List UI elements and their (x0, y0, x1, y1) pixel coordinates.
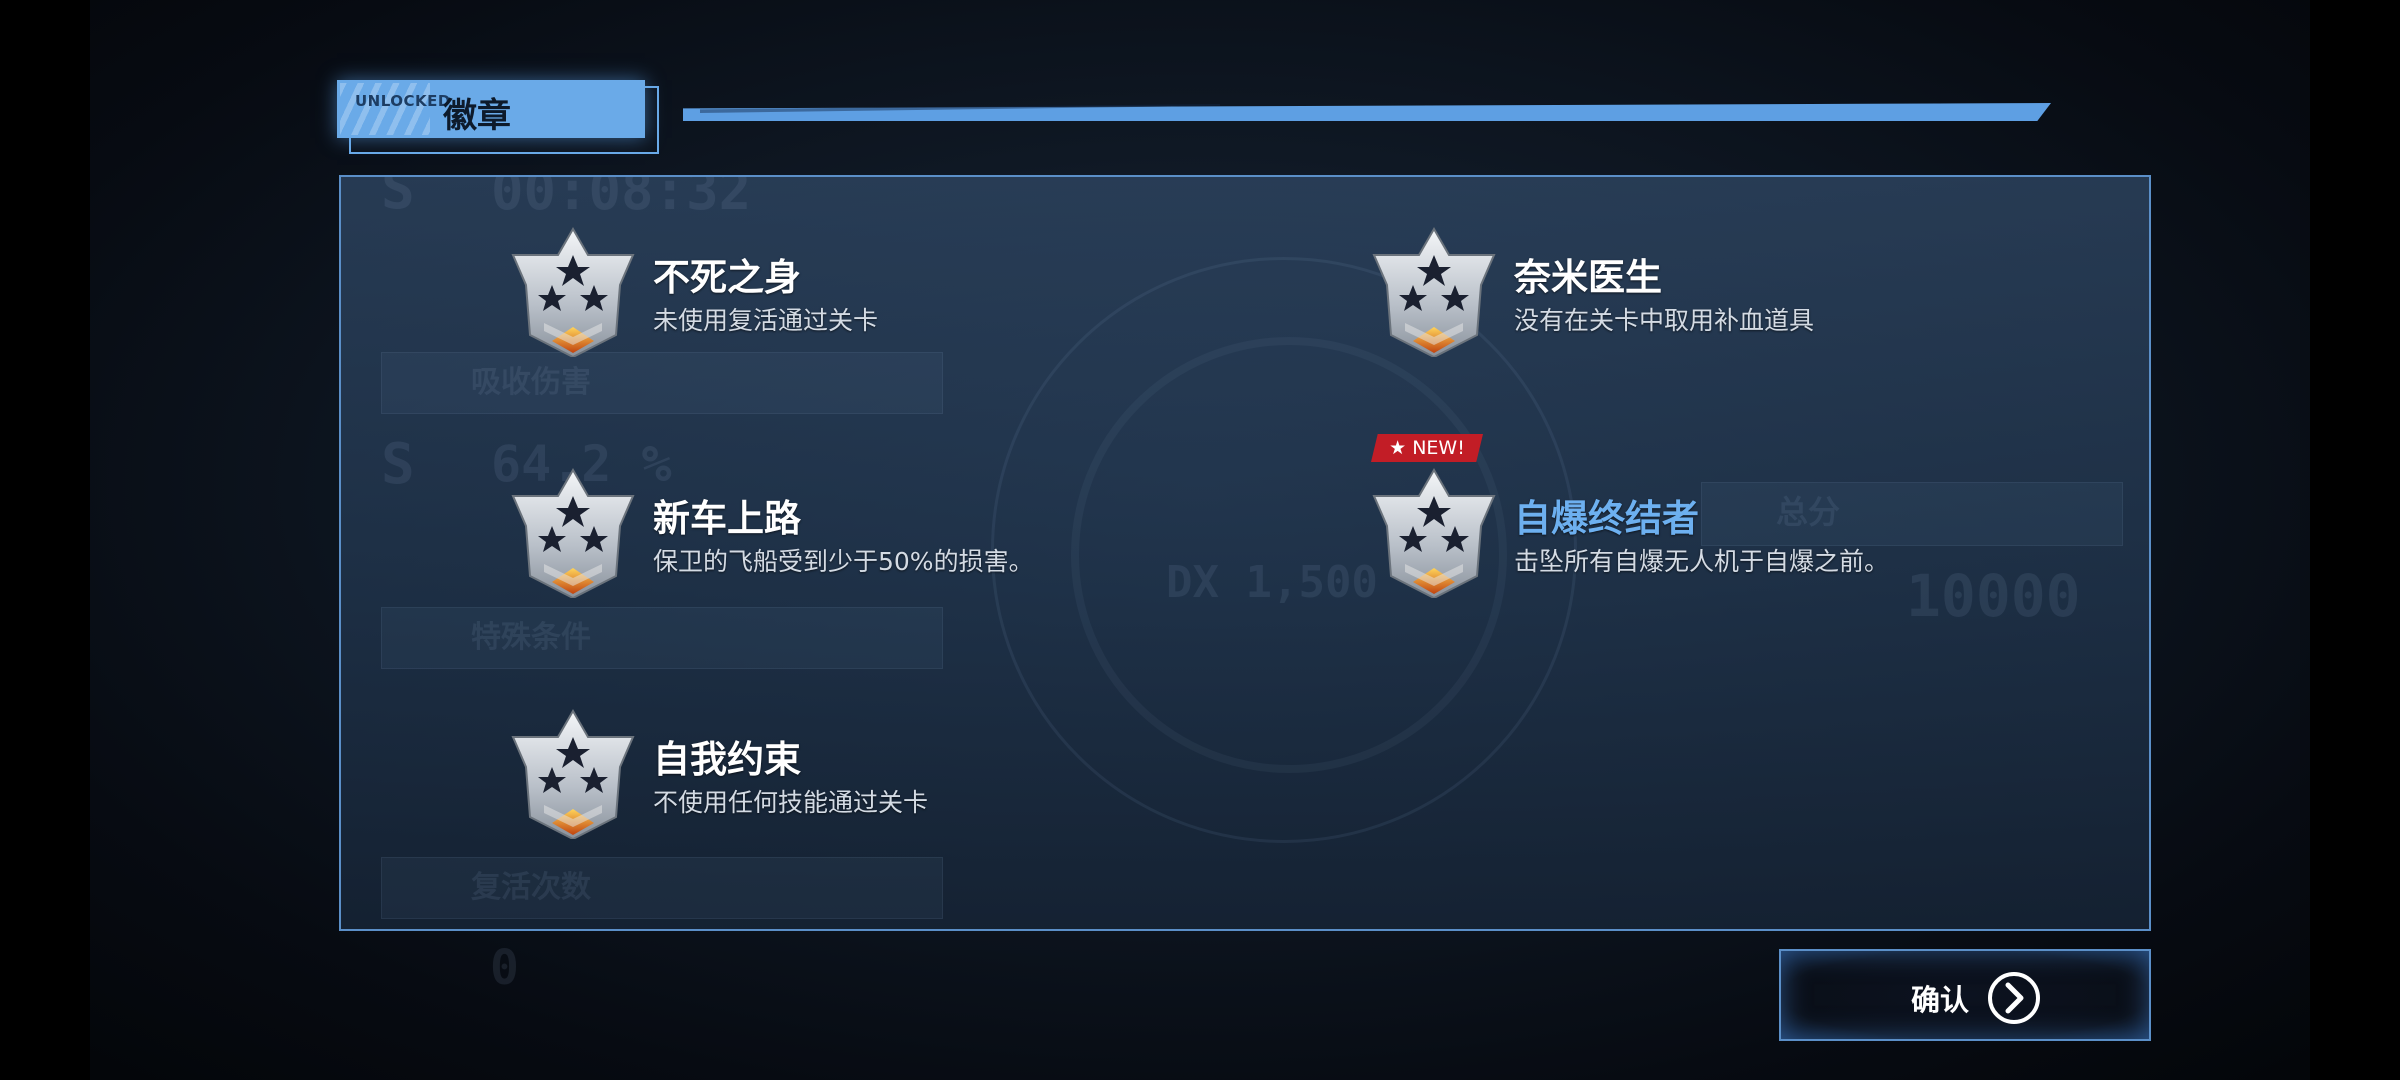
badge-description: 不使用任何技能通过关卡 (653, 788, 929, 817)
silver-star-badge-icon (1372, 468, 1496, 598)
confirm-button[interactable]: 确认 (1779, 949, 2151, 1041)
bg-revive-count: 0 (490, 940, 519, 996)
badges-panel: S 00:08:32 吸收伤害 S 64.2 % 特殊条件 复活次数 DX 1,… (339, 175, 2151, 931)
badge-item-new[interactable]: ★ NEW! 自爆终结者 击坠所有自爆无人机于自爆之前。 (1369, 434, 2129, 608)
bg-label: 特殊条件 (471, 620, 591, 655)
badge-item[interactable]: 奈米医生 没有在关卡中取用补血道具 (1369, 227, 2129, 367)
page-title: 徽章 (443, 96, 511, 136)
confirm-button-label: 确认 (1911, 983, 1970, 1017)
badge-name: 自爆终结者 (1514, 497, 1699, 540)
badge-description: 未使用复活通过关卡 (653, 306, 879, 335)
silver-star-badge-icon (511, 709, 635, 839)
bg-rank: S (381, 432, 415, 497)
badge-name: 自我约束 (653, 738, 801, 781)
badge-description: 击坠所有自爆无人机于自爆之前。 (1514, 547, 1890, 576)
badge-name: 不死之身 (653, 256, 801, 299)
silver-star-badge-icon (1372, 227, 1496, 357)
badge-name: 奈米医生 (1514, 256, 1662, 299)
badge-description: 保卫的飞船受到少于50%的损害。 (653, 547, 1034, 576)
silver-star-badge-icon (511, 468, 635, 598)
badge-item[interactable]: 不死之身 未使用复活通过关卡 (508, 227, 1268, 367)
left-vignette (0, 0, 90, 1080)
badge-unlock-screen: UNLOCKED 徽章 S 00:08:32 吸收伤害 S 64.2 % 特殊条… (0, 0, 2400, 1080)
badge-name: 新车上路 (653, 497, 801, 540)
header-accent-bar (683, 103, 2051, 121)
bg-time: 00:08:32 (491, 175, 752, 222)
bg-label-block (381, 857, 943, 919)
bg-label: 复活次数 (471, 870, 591, 905)
arrow-right-circle-icon (1988, 972, 2040, 1024)
header-unlocked-label: UNLOCKED (355, 92, 451, 110)
badge-item[interactable]: 新车上路 保卫的飞船受到少于50%的损害。 (508, 468, 1268, 608)
badge-description: 没有在关卡中取用补血道具 (1514, 306, 1815, 335)
new-badge-tag: ★ NEW! (1371, 434, 1483, 462)
bg-label-block (381, 607, 943, 669)
right-vignette (2310, 0, 2400, 1080)
silver-star-badge-icon (511, 227, 635, 357)
badge-item[interactable]: 自我约束 不使用任何技能通过关卡 (508, 709, 1268, 849)
bg-rank: S (381, 175, 415, 222)
